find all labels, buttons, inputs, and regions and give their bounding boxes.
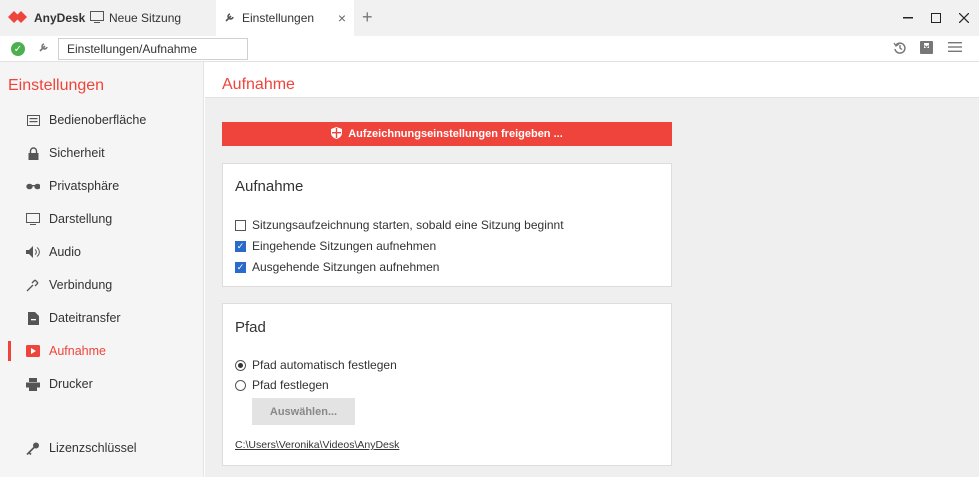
sidebar-item-interface[interactable]: Bedienoberfläche xyxy=(0,105,204,135)
tab-new-session-label: Neue Sitzung xyxy=(109,11,182,25)
sidebar-item-security[interactable]: Sicherheit xyxy=(0,138,204,168)
anydesk-logo-icon xyxy=(8,10,28,27)
sidebar-title: Einstellungen xyxy=(8,77,105,94)
option-label: Sitzungsaufzeichnung starten, sobald ein… xyxy=(252,218,564,232)
save-icon[interactable] xyxy=(920,41,933,57)
minimize-icon[interactable] xyxy=(897,8,919,28)
unlock-recording-settings-button[interactable]: Aufzeichnungseinstellungen freigeben ... xyxy=(222,122,672,146)
sidebar-item-privacy[interactable]: Privatsphäre xyxy=(0,171,204,201)
sidebar-item-label: Privatsphäre xyxy=(49,179,120,193)
tab-settings[interactable]: Einstellungen × xyxy=(216,0,354,36)
path-card: Pfad Pfad automatisch festlegen Pfad fes… xyxy=(222,303,672,466)
option-label: Pfad festlegen xyxy=(252,378,329,392)
radio-path-manual[interactable] xyxy=(235,379,246,391)
close-window-icon[interactable] xyxy=(953,8,975,28)
sidebar-item-recording[interactable]: Aufnahme xyxy=(0,336,204,366)
key-icon xyxy=(26,442,40,455)
sidebar-item-label: Verbindung xyxy=(49,278,113,292)
option-label: Ausgehende Sitzungen aufnehmen xyxy=(252,260,440,274)
printer-icon xyxy=(26,377,40,391)
recording-card: Aufnahme Sitzungsaufzeichnung starten, s… xyxy=(222,163,672,287)
option-outgoing-sessions[interactable]: ✓ Ausgehende Sitzungen aufnehmen xyxy=(235,260,439,274)
monitor-icon xyxy=(26,213,40,225)
option-incoming-sessions[interactable]: ✓ Eingehende Sitzungen aufnehmen xyxy=(235,239,436,253)
option-path-manual[interactable]: Pfad festlegen xyxy=(235,378,329,392)
speaker-icon xyxy=(26,246,40,258)
sidebar-item-label: Darstellung xyxy=(49,212,113,226)
address-bar: ✓ Einstellungen/Aufnahme xyxy=(0,36,979,62)
sidebar-item-label: Sicherheit xyxy=(49,146,105,160)
choose-path-button[interactable]: Auswählen... xyxy=(252,398,355,425)
main-header: Aufnahme xyxy=(205,62,979,98)
sidebar-item-printer[interactable]: Drucker xyxy=(0,369,204,399)
record-icon xyxy=(26,345,40,357)
history-icon[interactable] xyxy=(893,41,907,58)
sidebar-item-label: Drucker xyxy=(49,377,93,391)
settings-sidebar: Einstellungen Bedienoberfläche Sicherhei… xyxy=(0,62,204,477)
menu-icon[interactable] xyxy=(948,41,962,56)
file-icon xyxy=(26,311,40,325)
sidebar-item-display[interactable]: Darstellung xyxy=(0,204,204,234)
tab-anydesk[interactable]: AnyDesk xyxy=(0,0,86,36)
monitor-icon xyxy=(90,10,104,26)
sidebar-item-label: Dateitransfer xyxy=(49,311,121,325)
maximize-icon[interactable] xyxy=(925,8,947,28)
shield-icon xyxy=(331,126,343,142)
option-label: Pfad automatisch festlegen xyxy=(252,358,397,372)
close-tab-icon[interactable]: × xyxy=(338,10,346,26)
checkbox-auto-record[interactable] xyxy=(235,219,246,231)
page-title: Aufnahme xyxy=(222,76,295,93)
anydesk-window: AnyDesk Neue Sitzung Einstellungen × + ✓ xyxy=(0,0,979,477)
main-panel: Aufnahme Aufzeichnungseinstellungen frei… xyxy=(205,62,979,477)
glasses-icon xyxy=(26,183,40,190)
sidebar-item-label: Aufnahme xyxy=(49,344,106,358)
recording-card-title: Aufnahme xyxy=(235,178,304,195)
option-auto-record[interactable]: Sitzungsaufzeichnung starten, sobald ein… xyxy=(235,218,564,232)
radio-path-auto[interactable] xyxy=(235,359,246,371)
wrench-icon xyxy=(38,41,50,56)
title-bar: AnyDesk Neue Sitzung Einstellungen × + xyxy=(0,0,979,36)
sidebar-item-label: Audio xyxy=(49,245,81,259)
tab-new-session[interactable]: Neue Sitzung xyxy=(84,0,216,36)
sidebar-item-label: Bedienoberfläche xyxy=(49,113,147,127)
option-label: Eingehende Sitzungen aufnehmen xyxy=(252,239,437,253)
sidebar-item-license[interactable]: Lizenzschlüssel xyxy=(0,433,204,463)
sidebar-item-audio[interactable]: Audio xyxy=(0,237,204,267)
add-tab-icon[interactable]: + xyxy=(362,7,373,28)
sidebar-item-filetransfer[interactable]: Dateitransfer xyxy=(0,303,204,333)
address-input[interactable]: Einstellungen/Aufnahme xyxy=(58,38,248,60)
sidebar-item-label: Lizenzschlüssel xyxy=(49,441,137,455)
interface-icon xyxy=(26,114,40,126)
tab-brand-label: AnyDesk xyxy=(34,11,86,25)
option-path-auto[interactable]: Pfad automatisch festlegen xyxy=(235,358,397,372)
sidebar-item-connection[interactable]: Verbindung xyxy=(0,270,204,300)
status-ok-icon: ✓ xyxy=(11,42,25,56)
recording-path-link[interactable]: C:\Users\Veronika\Videos\AnyDesk xyxy=(235,439,399,451)
connection-icon xyxy=(26,279,40,292)
checkbox-outgoing-sessions[interactable]: ✓ xyxy=(235,261,246,273)
wrench-icon xyxy=(224,11,236,26)
checkbox-incoming-sessions[interactable]: ✓ xyxy=(235,240,246,252)
tab-settings-label: Einstellungen xyxy=(242,11,315,25)
lock-icon xyxy=(26,146,40,160)
path-card-title: Pfad xyxy=(235,319,266,336)
unlock-button-label: Aufzeichnungseinstellungen freigeben ... xyxy=(348,128,563,140)
active-indicator xyxy=(8,341,11,361)
